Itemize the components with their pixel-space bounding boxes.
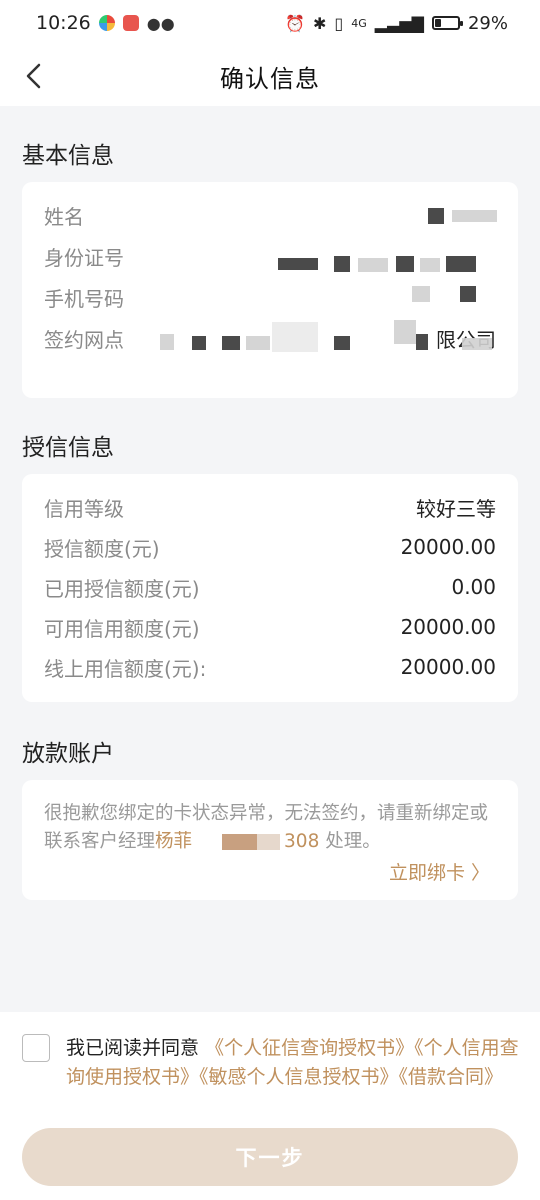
status-time: 10:26 <box>36 12 91 34</box>
redaction-mask <box>272 322 318 352</box>
credit-value: 20000.00 <box>400 535 496 559</box>
credit-value: 0.00 <box>451 575 496 599</box>
payout-account-card: 很抱歉您绑定的卡状态异常，无法签约，请重新绑定或联系客户经理杨菲 308 处理。 … <box>22 780 518 900</box>
credit-query-authorization-link[interactable]: 《个人征信查询授权书》 <box>205 1037 414 1059</box>
network-type: 4G <box>351 16 367 30</box>
status-bar: 10:26 ●● ⏰ ✱ ▯ 4G ▂▃▅▇ 29% <box>0 0 540 46</box>
redaction-mask <box>428 208 444 224</box>
redaction-mask <box>460 286 476 302</box>
card-status-notice: 很抱歉您绑定的卡状态异常，无法签约，请重新绑定或联系客户经理杨菲 308 处理。 <box>44 800 499 856</box>
basic-info-card: 姓名 身份证号 手机号码 签约网点 限公司 <box>22 182 518 398</box>
redaction-mask <box>278 258 318 270</box>
credit-label: 已用授信额度(元) <box>44 576 200 601</box>
credit-info-title: 授信信息 <box>22 435 114 461</box>
credit-row-grade: 信用等级 较好三等 <box>44 492 496 522</box>
info-label: 签约网点 <box>44 327 124 352</box>
wechat-icon: ●● <box>146 13 175 33</box>
credit-info-card: 信用等级 较好三等 授信额度(元) 20000.00 已用授信额度(元) 0.0… <box>22 474 518 702</box>
battery-level <box>434 19 441 27</box>
credit-label: 线上用信额度(元): <box>44 656 207 681</box>
battery-percent: 29% <box>467 12 508 34</box>
credit-row-online: 线上用信额度(元): 20000.00 <box>44 652 496 682</box>
manager-name[interactable]: 杨菲 <box>155 831 192 852</box>
notice-suffix: 处理。 <box>319 831 381 852</box>
manager-phone[interactable]: 308 <box>284 831 319 852</box>
redaction-mask <box>396 256 414 272</box>
credit-label: 可用信用额度(元) <box>44 616 200 641</box>
mail-app-icon <box>122 15 139 31</box>
agreement-prefix: 我已阅读并同意 <box>66 1037 200 1059</box>
redaction-mask <box>452 210 497 222</box>
info-row-branch: 签约网点 限公司 <box>44 323 496 353</box>
redaction-mask <box>394 320 416 344</box>
back-button[interactable] <box>18 60 50 92</box>
credit-row-available: 可用信用额度(元) 20000.00 <box>44 612 496 642</box>
redaction-mask <box>222 336 240 350</box>
bluetooth-icon: ✱ <box>313 13 327 33</box>
loan-contract-link[interactable]: 《借款合同》 <box>399 1066 504 1088</box>
redaction-mask <box>416 334 428 350</box>
manager-phone-mask <box>222 834 281 850</box>
redaction-mask <box>412 286 430 302</box>
redaction-mask <box>334 336 350 350</box>
credit-row-used: 已用授信额度(元) 0.00 <box>44 572 496 602</box>
signal-icon: ▂▃▅▇ <box>374 13 424 33</box>
agreement-checkbox[interactable] <box>22 1034 50 1062</box>
payout-account-title: 放款账户 <box>22 741 114 767</box>
bind-card-link[interactable]: 立即绑卡 〉 <box>389 858 490 885</box>
nav-bar: 确认信息 <box>0 46 540 106</box>
status-left: 10:26 ●● <box>36 12 175 34</box>
basic-info-title: 基本信息 <box>22 143 114 169</box>
credit-label: 信用等级 <box>44 496 124 521</box>
vibrate-icon: ▯ <box>334 13 344 33</box>
credit-value: 20000.00 <box>400 615 496 639</box>
chevron-left-icon <box>26 63 41 89</box>
credit-value: 20000.00 <box>400 655 496 679</box>
info-label: 姓名 <box>44 204 84 229</box>
page-title: 确认信息 <box>220 64 320 93</box>
credit-label: 授信额度(元) <box>44 536 160 561</box>
redaction-mask <box>192 336 206 350</box>
redaction-mask <box>334 256 350 272</box>
alarm-icon: ⏰ <box>285 13 306 33</box>
credit-row-limit: 授信额度(元) 20000.00 <box>44 532 496 562</box>
redaction-mask <box>246 336 270 350</box>
info-label: 身份证号 <box>44 245 124 270</box>
status-right: ⏰ ✱ ▯ 4G ▂▃▅▇ 29% <box>285 13 508 34</box>
battery-icon <box>431 16 463 30</box>
info-label: 手机号码 <box>44 286 124 311</box>
redaction-mask <box>462 338 492 350</box>
redaction-mask <box>420 258 440 272</box>
redaction-mask <box>358 258 388 272</box>
bottom-panel: 我已阅读并同意 《个人征信查询授权书》《个人信用查询使用授权书》《敏感个人信息授… <box>0 1012 540 1200</box>
agreement-text: 我已阅读并同意 《个人征信查询授权书》《个人信用查询使用授权书》《敏感个人信息授… <box>66 1034 522 1092</box>
redaction-mask <box>160 334 174 350</box>
credit-value: 较好三等 <box>416 496 496 521</box>
redaction-mask <box>446 256 476 272</box>
sensitive-info-authorization-link[interactable]: 《敏感个人信息授权书》 <box>199 1066 399 1088</box>
next-step-button[interactable]: 下一步 <box>22 1128 518 1186</box>
app-notification-icon <box>98 15 115 31</box>
